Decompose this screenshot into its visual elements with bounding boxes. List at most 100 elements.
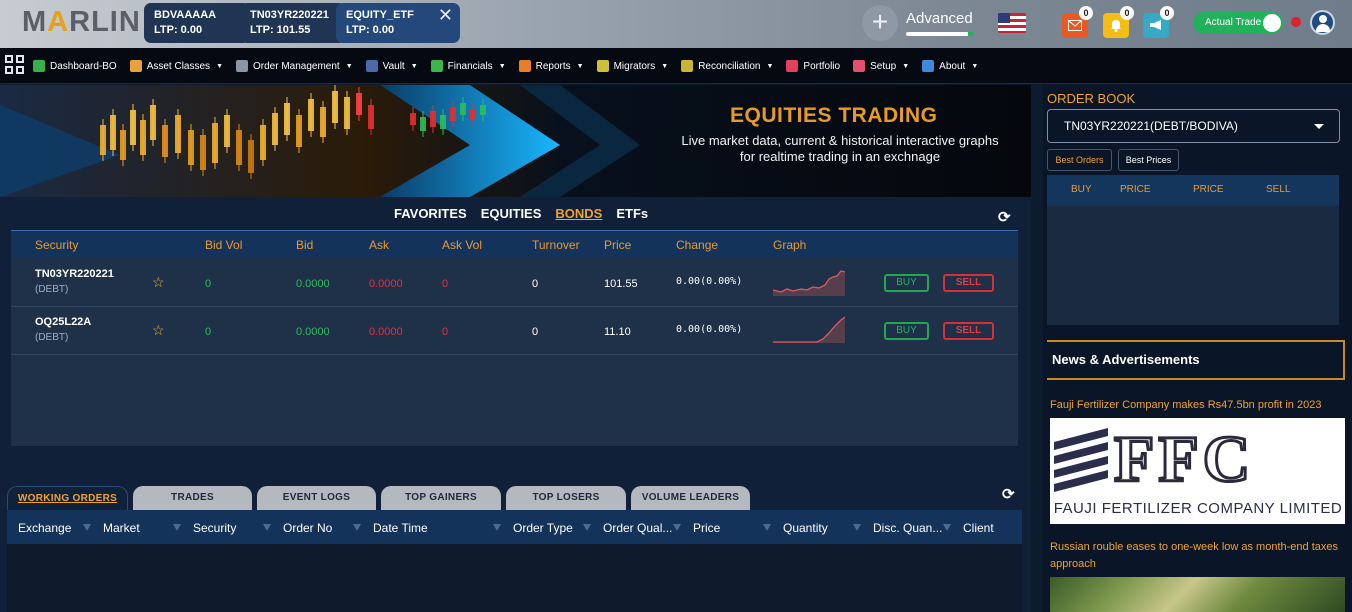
security-select[interactable]: TN03YR220221(DEBT/BODIVA) [1047,109,1340,143]
nav-item-order-management[interactable]: Order Management ▼ [236,60,353,72]
column-header[interactable]: Price [604,238,631,252]
nav-item-migrators[interactable]: Migrators ▼ [596,60,669,72]
market-tabs: FAVORITES EQUITIES BONDS ETFs [394,206,648,221]
order-book-table: BUY PRICE PRICE SELL [1047,175,1339,325]
tab-equities[interactable]: EQUITIES [481,206,542,221]
nav-items: Dashboard-BO Asset Classes ▼ Order Manageme… [33,48,991,84]
add-ticker-button[interactable]: + [862,5,898,41]
tab-working-orders[interactable]: WORKING ORDERS [7,486,128,510]
column-header[interactable]: Security [193,521,236,535]
refresh-icon[interactable]: ⟳ [1002,487,1016,502]
news-headline[interactable]: Fauji Fertilizer Company makes Rs47.5bn … [1050,399,1321,411]
tab-best-prices[interactable]: Best Prices [1118,149,1179,171]
column-header[interactable]: Disc. Quan... [873,521,942,535]
notification-count: 0 [1160,6,1174,20]
filter-icon[interactable] [353,524,361,531]
column-header[interactable]: Graph [773,238,806,252]
column-header[interactable]: Order Qual... [603,521,672,535]
nav-item-portfolio[interactable]: Portfolio [786,60,840,72]
column-header[interactable]: Quantity [783,521,828,535]
sell-button[interactable]: SELL [943,274,994,292]
buy-button[interactable]: BUY [884,322,929,340]
user-avatar-icon[interactable] [1310,10,1335,35]
tab-best-orders[interactable]: Best Orders [1047,149,1112,171]
ffc-logo-letters: FFC [1112,422,1255,498]
equities-banner: EQUITIES TRADING Live market data, curre… [0,85,1031,197]
ticker-symbol: TN03YR220221 [250,9,329,21]
column-header[interactable]: Order Type [513,521,573,535]
ticker-tab-active[interactable]: EQUITY_ETF LTP: 0.00 ✕ [336,3,460,43]
main-nav: Dashboard-BO Asset Classes ▼ Order Manageme… [0,48,1352,84]
table-row[interactable]: OQ25L22A (DEBT) ☆ 0 0.0000 0.0000 0 0 11… [11,307,1018,355]
filter-icon[interactable] [583,524,591,531]
favorite-star-icon[interactable]: ☆ [152,322,165,339]
column-header[interactable]: Turnover [532,238,580,252]
us-flag-icon[interactable] [998,13,1026,33]
table-row[interactable]: TN03YR220221 (DEBT) ☆ 0 0.0000 0.0000 0 … [11,259,1018,307]
favorite-star-icon[interactable]: ☆ [152,274,165,291]
actual-trade-toggle[interactable]: Actual Trade [1193,12,1283,34]
ticker-tab[interactable]: BDVAAAAA LTP: 0.00 [144,3,250,43]
buy-button[interactable]: BUY [884,274,929,292]
nav-item-label: Reconciliation [698,60,761,72]
nav-item-financials[interactable]: Financials ▼ [430,60,506,72]
filter-icon[interactable] [173,524,181,531]
marlin-logo[interactable]: MARLIN [22,6,141,39]
nav-item-dashboard-bo[interactable]: Dashboard-BO [33,60,117,72]
nav-item-setup[interactable]: Setup ▼ [853,60,909,72]
tab-bonds[interactable]: BONDS [555,206,602,221]
apps-grid-icon[interactable] [5,55,25,75]
nav-item-asset-classes[interactable]: Asset Classes ▼ [129,60,223,72]
nav-item-about[interactable]: About ▼ [922,60,978,72]
tab-top-losers[interactable]: TOP LOSERS [506,486,626,510]
tab-volume-leaders[interactable]: VOLUME LEADERS [631,486,750,510]
close-icon[interactable]: ✕ [438,5,453,26]
advanced-mode-slider[interactable] [906,32,974,36]
filter-icon[interactable] [263,524,271,531]
column-header[interactable]: Ask Vol [442,238,482,252]
column-header[interactable]: Market [103,521,140,535]
column-header[interactable]: Client [963,521,994,535]
working-orders-table: Exchange Market Security Order No Date T… [7,510,1022,612]
filter-icon[interactable] [763,524,771,531]
ticker-tab[interactable]: TN03YR220221 LTP: 101.55 [240,3,346,43]
sell-button[interactable]: SELL [943,322,994,340]
tab-top-gainers[interactable]: TOP GAINERS [381,486,501,510]
filter-icon[interactable] [853,524,861,531]
rouble-banknotes-image[interactable] [1050,577,1345,612]
column-header[interactable]: Order No [283,521,332,535]
ffc-company-name: FAUJI FERTILIZER COMPANY LIMITED [1053,500,1343,517]
filter-icon[interactable] [83,524,91,531]
tab-event-logs[interactable]: EVENT LOGS [257,486,376,510]
tab-favorites[interactable]: FAVORITES [394,206,467,221]
column-header[interactable]: Price [693,521,720,535]
tab-etfs[interactable]: ETFs [616,206,648,221]
filter-icon[interactable] [943,524,951,531]
asset-classes-icon [129,60,142,72]
column-header[interactable]: Ask [369,238,389,252]
change: 0.00(0.00%) [676,324,743,335]
order-book-panel: ORDER BOOK TN03YR220221(DEBT/BODIVA) Bes… [1043,85,1352,612]
refresh-icon[interactable]: ⟳ [998,210,1012,225]
caret-down-icon: ▼ [216,62,223,70]
column-header[interactable]: Date Time [373,521,428,535]
column-header[interactable]: Exchange [18,521,71,535]
filter-icon[interactable] [493,524,501,531]
caret-down-icon: ▼ [661,62,669,70]
vault-icon [365,60,378,72]
column-header[interactable]: Security [35,238,78,252]
nav-item-reconciliation[interactable]: Reconciliation ▼ [681,60,773,72]
price: 101.55 [604,278,638,290]
column-header[interactable]: Change [676,238,718,252]
nav-item-vault[interactable]: Vault ▼ [365,60,418,72]
column-header[interactable]: Bid Vol [205,238,242,252]
market-table-header: Security Bid Vol Bid Ask Ask Vol Turnove… [11,230,1018,258]
security-name: OQ25L22A [35,316,92,328]
news-headline[interactable]: Russian rouble eases to one-week low as … [1050,539,1346,573]
ffc-logo-image[interactable]: FFC FAUJI FERTILIZER COMPANY LIMITED [1050,418,1345,524]
column-header[interactable]: Bid [296,238,313,252]
tab-trades[interactable]: TRADES [133,486,252,510]
nav-item-reports[interactable]: Reports ▼ [518,60,584,72]
advanced-mode-label[interactable]: Advanced [906,10,973,27]
filter-icon[interactable] [673,524,681,531]
